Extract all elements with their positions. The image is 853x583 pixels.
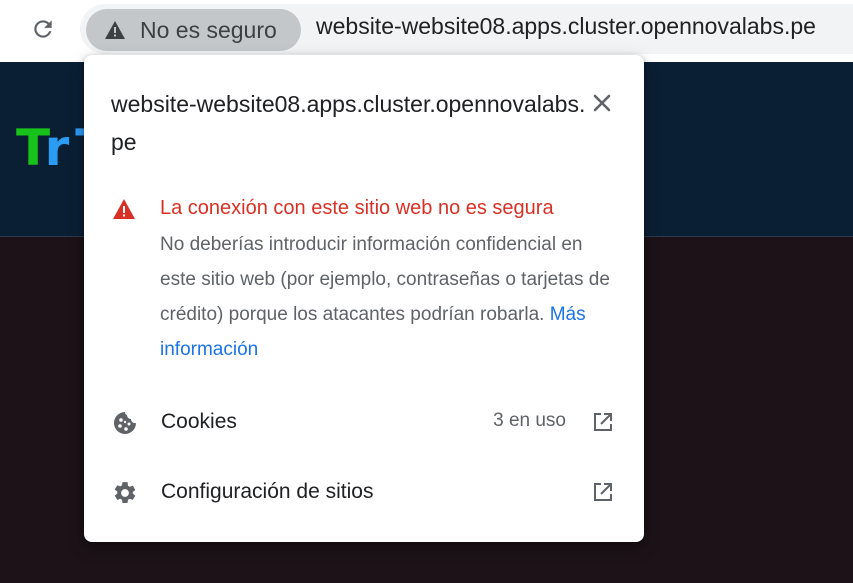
browser-toolbar: No es seguro website-website08.apps.clus… xyxy=(0,0,853,62)
connection-warning-heading: La conexión con este sitio web no es seg… xyxy=(160,197,554,219)
warning-body-text: No deberías introducir información confi… xyxy=(160,234,610,325)
site-logo-letter-t: T xyxy=(16,119,45,177)
warning-icon xyxy=(112,198,136,225)
security-chip-label: No es seguro xyxy=(140,16,277,43)
gear-icon xyxy=(112,480,138,506)
site-settings-label: Configuración de sitios xyxy=(161,480,374,503)
cookies-label: Cookies xyxy=(161,410,237,433)
address-url[interactable]: website-website08.apps.cluster.opennoval… xyxy=(316,13,816,40)
warning-icon xyxy=(104,20,126,40)
cookies-count: 3 en uso xyxy=(493,410,566,431)
security-chip[interactable]: No es seguro xyxy=(86,9,301,51)
reload-icon xyxy=(34,20,52,38)
cookie-icon xyxy=(112,410,138,436)
close-icon xyxy=(593,94,611,112)
site-logo-letter-r: r xyxy=(44,119,70,177)
site-info-popup: website-website08.apps.cluster.opennoval… xyxy=(84,55,644,542)
popup-title: website-website08.apps.cluster.opennoval… xyxy=(111,91,586,155)
reload-button[interactable] xyxy=(26,12,60,46)
open-external-icon xyxy=(594,483,612,501)
open-external-icon xyxy=(594,413,612,431)
close-button[interactable] xyxy=(586,87,618,119)
cookies-row[interactable]: Cookies 3 en uso xyxy=(84,394,644,450)
site-settings-row[interactable]: Configuración de sitios xyxy=(84,464,644,520)
connection-warning-body: No deberías introducir información confi… xyxy=(160,227,620,367)
